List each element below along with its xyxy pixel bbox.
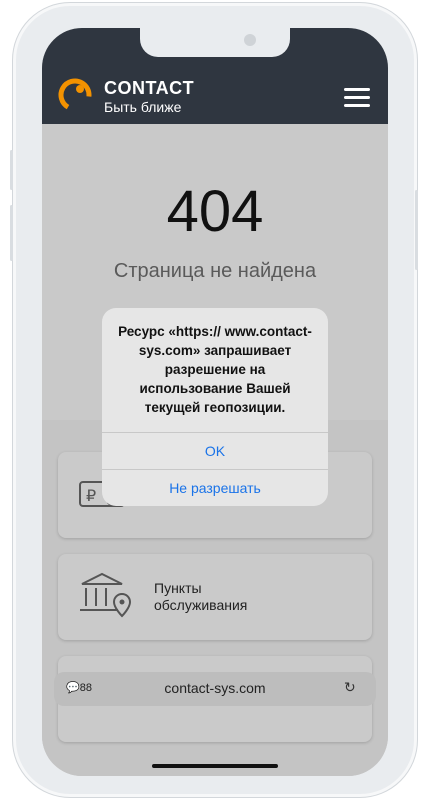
hamburger-menu-icon[interactable]	[344, 88, 370, 108]
browser-address-bar[interactable]: 💬88 contact-sys.com ↻	[54, 672, 376, 706]
brand-name: CONTACT	[104, 78, 195, 98]
phone-side-button	[415, 190, 418, 270]
ok-button[interactable]: OK	[102, 432, 328, 469]
error-code: 404	[166, 179, 264, 244]
dialog-message: Ресурс «https:// www.contact-sys.com» за…	[118, 324, 312, 415]
reload-icon[interactable]: ↻	[344, 679, 356, 696]
brand-tagline: Быть ближе	[104, 99, 182, 115]
card-service-points[interactable]: Пункты обслуживания	[58, 554, 372, 640]
home-indicator[interactable]	[152, 764, 278, 768]
phone-side-button	[10, 150, 13, 190]
url-text[interactable]: contact-sys.com	[54, 680, 376, 696]
front-camera-icon	[244, 34, 256, 46]
phone-side-button	[10, 205, 13, 261]
contact-logo-icon	[58, 78, 92, 112]
error-message: Страница не найдена	[113, 260, 317, 282]
geolocation-permission-dialog: Ресурс «https:// www.contact-sys.com» за…	[102, 308, 328, 506]
bank-location-icon	[80, 572, 132, 618]
phone-notch	[140, 27, 290, 57]
card-service-points-label: Пункты обслуживания	[154, 580, 248, 613]
phone-screen: CONTACT Быть ближе 404 Страница не найде…	[42, 28, 388, 776]
deny-button[interactable]: Не разрешать	[102, 469, 328, 506]
svg-text:₽: ₽	[86, 486, 96, 505]
